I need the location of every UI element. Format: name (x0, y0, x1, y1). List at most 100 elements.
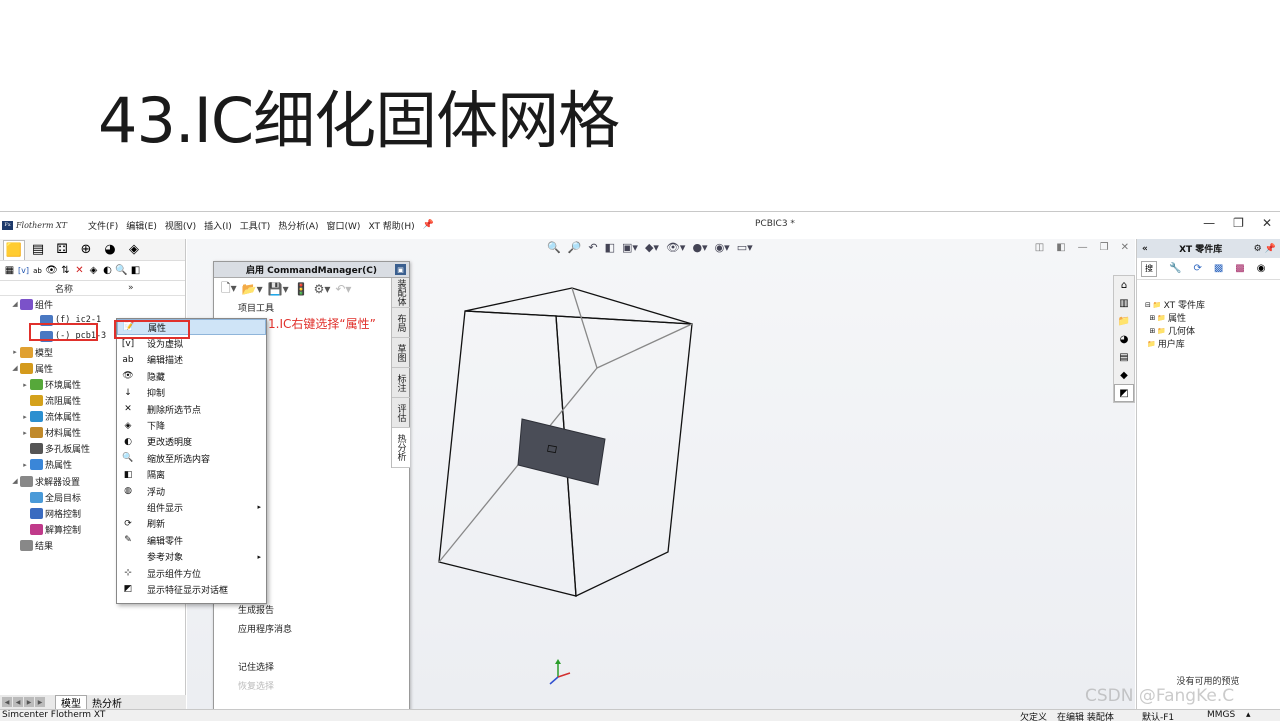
virtual-icon[interactable]: [v] (17, 266, 30, 275)
file-explorer-icon[interactable]: 📁 (1114, 312, 1134, 330)
command-tab[interactable]: 装配体 (392, 278, 410, 308)
restore-icon[interactable]: ❐ (1233, 216, 1244, 230)
library-expander-icon[interactable]: ⊞ (1145, 327, 1155, 335)
menu-view[interactable]: 视图(V) (161, 219, 200, 232)
context-menu-item[interactable]: ◐ 更改透明度 (117, 434, 266, 450)
search-icon[interactable]: 搜 (1141, 260, 1157, 277)
settings-gear-icon[interactable]: ⚙ 📌 (1254, 244, 1276, 254)
status-units[interactable]: MMGS (1207, 710, 1235, 720)
context-menu-item[interactable]: 组件显示 ▸ (117, 499, 266, 515)
library-tree-item[interactable]: ⊟ 📁 XT 零件库 (1145, 298, 1280, 312)
pin-icon[interactable]: 📌 (423, 220, 434, 230)
command-item[interactable]: 项目工具 (214, 300, 409, 315)
tree-header-more[interactable]: » (128, 283, 134, 293)
command-tab[interactable]: 热分析 (392, 428, 410, 468)
status-config[interactable]: 默认-F1 (1142, 710, 1174, 723)
property-manager-tab-icon[interactable]: ▤ (27, 240, 49, 260)
design-library-icon[interactable]: ▥ (1114, 294, 1134, 312)
tree-row[interactable]: ◢ 组件 (0, 296, 185, 312)
find-icon[interactable]: 🔧 (1169, 263, 1181, 274)
custom-properties-icon[interactable]: ▤ (1114, 348, 1134, 366)
command-item[interactable] (214, 638, 409, 657)
menu-thermal[interactable]: 热分析(A) (274, 219, 322, 232)
close-icon[interactable]: ✕ (1262, 216, 1272, 230)
feature-tree-tab-icon[interactable]: 🟨 (3, 239, 25, 260)
command-manager-close-icon[interactable]: ▣ (395, 264, 406, 275)
command-tab[interactable]: 评估 (392, 398, 410, 428)
tab-model[interactable]: 模型 (55, 695, 87, 710)
save-icon[interactable]: 💾▾ (268, 282, 289, 296)
context-menu-item[interactable]: 参考对象 ▸ (117, 548, 266, 564)
context-menu-item[interactable]: ⊹ 显示组件方位 (117, 565, 266, 581)
parts-icon[interactable]: ◩ (1114, 384, 1134, 402)
description-icon[interactable]: ab (31, 267, 44, 275)
dimxpert-tab-icon[interactable]: ⊕ (75, 240, 97, 260)
context-menu-item[interactable]: ◧ 隔离 (117, 467, 266, 483)
transparency-icon[interactable]: ◐ (101, 265, 114, 276)
expander-icon[interactable]: ▸ (10, 348, 20, 356)
context-menu-item[interactable]: 👁 隐藏 (117, 368, 266, 384)
command-tab[interactable]: 标注 (392, 368, 410, 398)
expander-icon[interactable]: ◢ (10, 300, 20, 308)
status-units-arrow[interactable]: ▴ (1246, 710, 1251, 720)
context-menu-item[interactable]: ◩ 显示特征显示对话框 (117, 581, 266, 597)
command-item[interactable]: 应用程序消息 (214, 619, 409, 638)
library-expander-icon[interactable]: ⊞ (1145, 314, 1155, 322)
ic-component[interactable] (517, 418, 606, 486)
context-menu-item[interactable]: ⟳ 刷新 (117, 516, 266, 532)
menu-help[interactable]: XT 帮助(H) (364, 219, 418, 232)
library-model-icon[interactable]: ▩ (1235, 263, 1244, 274)
library-expander-icon[interactable]: ⊟ (1145, 301, 1151, 309)
create-icon[interactable]: ▦ (3, 265, 16, 276)
menu-insert[interactable]: 插入(I) (200, 219, 236, 232)
home-icon[interactable]: ⌂ (1114, 276, 1134, 294)
expander-icon[interactable]: ◢ (10, 364, 20, 372)
delete-icon[interactable]: ✕ (73, 265, 86, 276)
suppress-icon[interactable]: ⇅ (59, 265, 72, 276)
dissolve-icon[interactable]: ◈ (87, 265, 100, 276)
menu-file[interactable]: 文件(F) (84, 219, 122, 232)
open-file-icon[interactable]: 📂▾ (242, 282, 263, 296)
library-tree-item[interactable]: 📁 用户库 (1145, 337, 1280, 351)
context-menu-item[interactable]: ✕ 删除所选节点 (117, 401, 266, 417)
command-tab[interactable]: 草图 (392, 338, 410, 368)
context-menu-item[interactable]: ab 编辑描述 (117, 352, 266, 368)
menu-tools[interactable]: 工具(T) (236, 219, 275, 232)
command-manager-title[interactable]: 启用 CommandManager(C) ▣ (214, 262, 409, 278)
prev-tab-icon[interactable]: ◀ (13, 697, 23, 707)
expander-icon[interactable]: ▸ (20, 381, 30, 389)
expander-icon[interactable]: ▸ (20, 413, 30, 421)
library-tree-item[interactable]: ⊞ 📁 属性 (1145, 311, 1280, 325)
menu-edit[interactable]: 编辑(E) (122, 219, 161, 232)
library-color-icon[interactable]: ◉ (1257, 263, 1266, 274)
command-tab[interactable]: 布局 (392, 308, 410, 338)
expander-icon[interactable]: ▸ (20, 429, 30, 437)
tab-thermal-analysis[interactable]: 热分析 (87, 695, 127, 710)
zoom-selection-icon[interactable]: 🔍 (115, 265, 128, 276)
command-item[interactable]: 恢复选择 (214, 676, 409, 695)
next-tab-icon[interactable]: ▶ (24, 697, 34, 707)
first-tab-icon[interactable]: ◀ (2, 697, 12, 707)
last-tab-icon[interactable]: ▶ (35, 697, 45, 707)
configuration-tab-icon[interactable]: ⚃ (51, 240, 73, 260)
appearances-icon[interactable]: ◕ (1114, 330, 1134, 348)
hide-icon[interactable]: 👁 (45, 265, 58, 276)
options-gear-icon[interactable]: ⚙▾ (314, 282, 331, 296)
thermal-tab-icon[interactable]: ◈ (123, 240, 145, 260)
context-menu-item[interactable]: ◈ 下降 (117, 417, 266, 433)
expander-icon[interactable]: ◢ (10, 477, 20, 485)
new-file-icon[interactable]: 🗋▾ (221, 279, 237, 300)
minimize-icon[interactable]: — (1203, 216, 1215, 230)
context-menu-item[interactable]: ◍ 浮动 (117, 483, 266, 499)
refresh-library-icon[interactable]: ⟳ (1193, 263, 1201, 274)
isolate-icon[interactable]: ◧ (129, 265, 142, 276)
collapse-icon[interactable]: « (1142, 244, 1148, 254)
menu-window[interactable]: 窗口(W) (323, 219, 365, 232)
traffic-light-icon[interactable]: 🚦 (294, 282, 309, 296)
expander-icon[interactable]: ▸ (20, 461, 30, 469)
undo-icon[interactable]: ↶▾ (335, 282, 351, 296)
display-manager-tab-icon[interactable]: ◕ (99, 240, 121, 260)
context-menu-item[interactable]: 🔍 缩放至所选内容 (117, 450, 266, 466)
library-tree-item[interactable]: ⊞ 📁 几何体 (1145, 324, 1280, 338)
context-menu-item[interactable]: ↓ 抑制 (117, 385, 266, 401)
